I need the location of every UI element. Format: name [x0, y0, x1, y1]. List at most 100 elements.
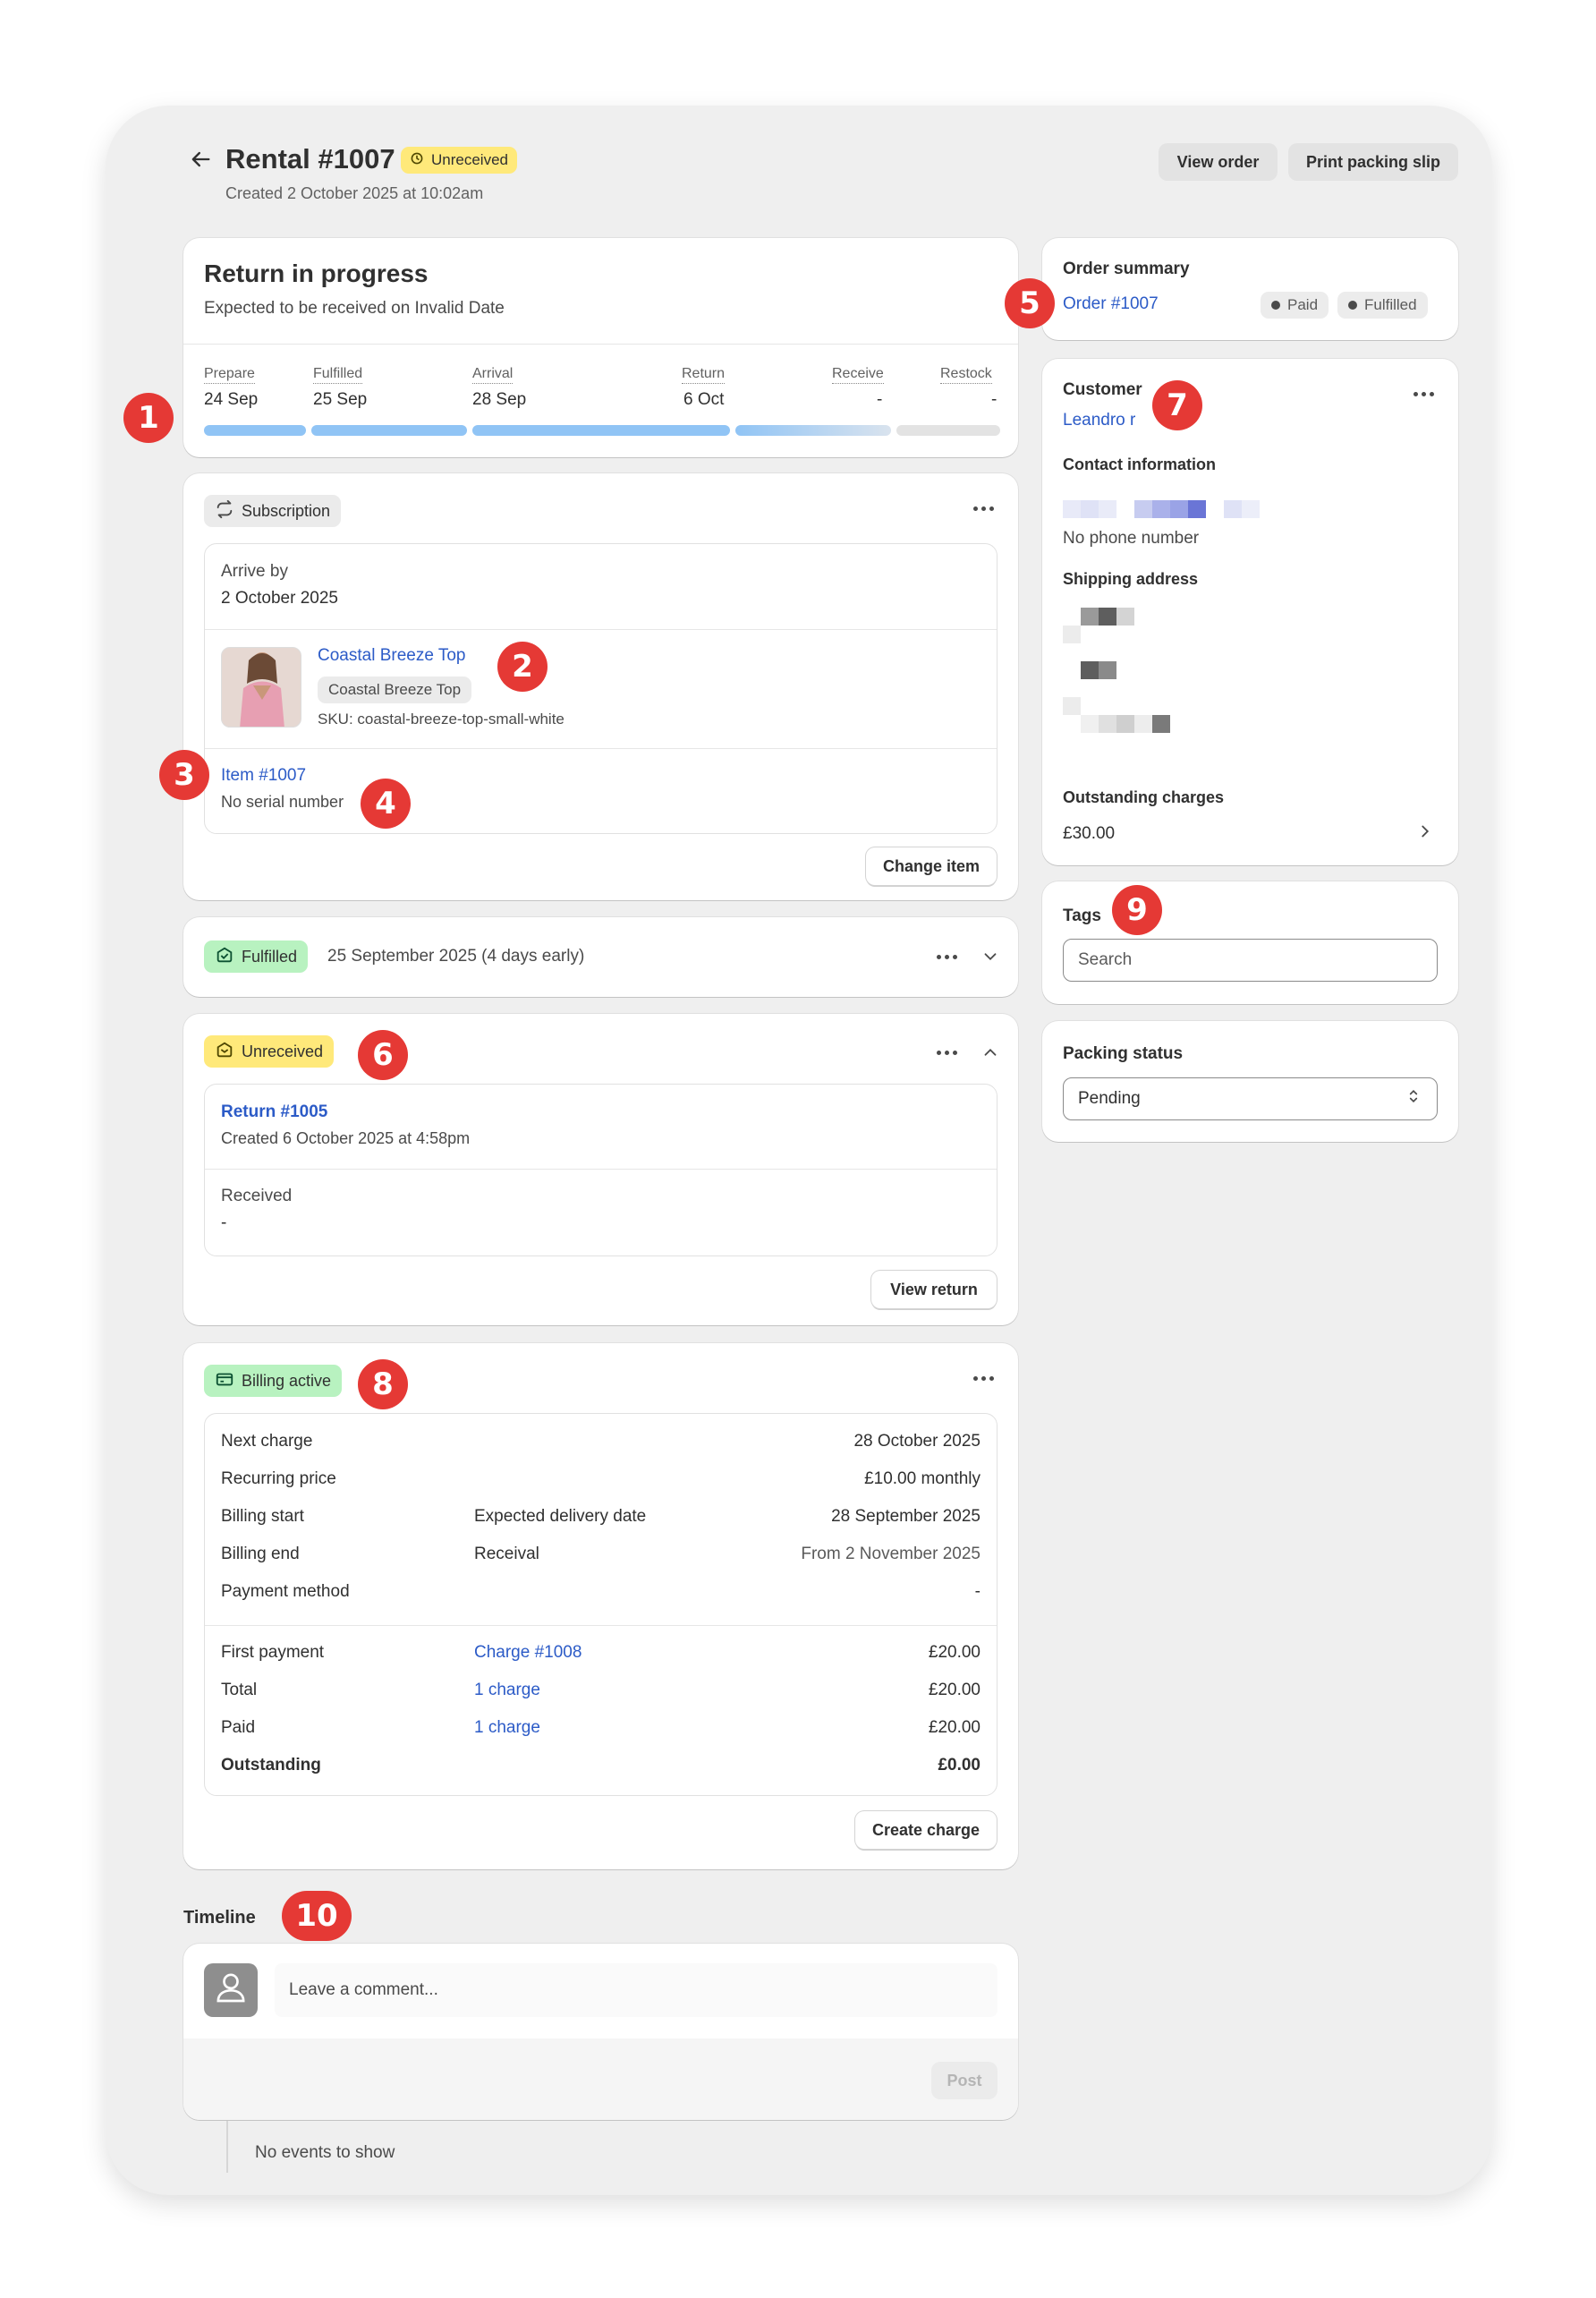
- created-date: Created 2 October 2025 at 10:02am: [225, 184, 484, 202]
- change-item-button[interactable]: Change item: [866, 847, 997, 885]
- package-icon: [215, 945, 234, 969]
- credit-card-icon: [215, 1369, 234, 1393]
- tags-card: Tags Search: [1042, 881, 1458, 1004]
- charge-link[interactable]: 1 charge: [474, 1718, 540, 1738]
- progress-segment-restock: [896, 425, 1000, 436]
- outstanding-charges-value: £30.00: [1063, 824, 1116, 843]
- annotation-marker-1: 1: [123, 393, 174, 443]
- divider: [205, 1169, 997, 1170]
- annotation-marker-9: 9: [1112, 885, 1162, 935]
- annotation-marker-6: 6: [358, 1030, 408, 1080]
- annotation-marker-3: 3: [159, 750, 209, 800]
- divider: [205, 629, 997, 630]
- timeline-line: [226, 2121, 228, 2173]
- billing-badge: Billing active: [204, 1365, 343, 1397]
- more-actions-icon[interactable]: [973, 1376, 994, 1381]
- card-subtitle: Expected to be received on Invalid Date: [204, 299, 505, 318]
- comment-footer: [183, 2038, 1018, 2120]
- progress-segment-fulfilled: [311, 425, 467, 436]
- billing-badge-label: Billing active: [242, 1371, 332, 1390]
- packing-status-select[interactable]: Pending: [1063, 1077, 1438, 1120]
- charge-row-label: Total: [221, 1681, 258, 1699]
- billing-row-middle: Receival: [474, 1545, 539, 1563]
- avatar: [204, 1963, 258, 2017]
- fulfilled-date: 25 September 2025 (4 days early): [327, 947, 585, 966]
- return-link[interactable]: Return #1005: [221, 1102, 327, 1122]
- order-link[interactable]: Order #1007: [1063, 294, 1159, 314]
- annotation-marker-4: 4: [361, 779, 411, 829]
- arrive-by-value: 2 October 2025: [221, 589, 338, 608]
- step-label-fulfilled: Fulfilled: [313, 365, 363, 384]
- chevron-down-icon[interactable]: [981, 947, 1000, 972]
- annotation-marker-7: 7: [1152, 380, 1202, 430]
- charge-row-value: £20.00: [928, 1643, 981, 1662]
- comment-input[interactable]: Leave a comment...: [275, 1963, 998, 2017]
- billing-row-label: Next charge: [221, 1432, 313, 1451]
- tags-search-input[interactable]: Search: [1063, 939, 1438, 982]
- received-value: -: [221, 1213, 227, 1232]
- unreceived-badge: Unreceived: [204, 1035, 335, 1068]
- more-actions-icon[interactable]: [937, 1051, 957, 1055]
- charge-link[interactable]: Charge #1008: [474, 1643, 582, 1663]
- create-charge-button[interactable]: Create charge: [855, 1811, 997, 1849]
- paid-badge-label: Paid: [1287, 296, 1319, 313]
- select-arrows-icon: [1405, 1087, 1422, 1111]
- billing-row-value: £10.00 monthly: [864, 1469, 981, 1488]
- fulfilled-status-badge: Fulfilled: [1337, 292, 1428, 319]
- progress-segment-return: [735, 425, 891, 436]
- annotation-marker-2: 2: [497, 642, 548, 692]
- user-icon: [213, 1970, 249, 2011]
- variant-pill: Coastal Breeze Top: [318, 677, 472, 703]
- unreceived-card: Unreceived Return #1005 Created 6 Octobe…: [183, 1014, 1018, 1325]
- order-summary-title: Order summary: [1063, 260, 1190, 278]
- shipping-address-title: Shipping address: [1063, 570, 1199, 588]
- subscription-card: Subscription Arrive by 2 October 2025 Co…: [183, 473, 1018, 900]
- billing-row-label: Payment method: [221, 1582, 350, 1601]
- billing-card: Billing active Next charge 28 October 20…: [183, 1343, 1018, 1869]
- charge-row-value: £20.00: [928, 1681, 981, 1699]
- package-icon: [215, 1040, 234, 1064]
- phone-number: No phone number: [1063, 529, 1200, 548]
- print-packing-slip-button[interactable]: Print packing slip: [1288, 143, 1458, 181]
- timeline-empty: No events to show: [255, 2143, 395, 2162]
- product-link[interactable]: Coastal Breeze Top: [318, 646, 465, 666]
- packing-status-value: Pending: [1078, 1089, 1141, 1108]
- order-summary-card: Order summary Order #1007 Paid Fulfilled: [1042, 238, 1458, 340]
- serial-number: No serial number: [221, 793, 344, 811]
- more-actions-icon[interactable]: [1413, 392, 1434, 396]
- view-order-button[interactable]: View order: [1159, 143, 1278, 181]
- customer-card: Customer Leandro r Contact information N…: [1042, 359, 1458, 865]
- status-badge: Unreceived: [401, 147, 517, 174]
- divider: [205, 1625, 997, 1626]
- chevron-up-icon[interactable]: [981, 1043, 1000, 1068]
- charge-row-value: £20.00: [928, 1718, 981, 1737]
- billing-details: Next charge 28 October 2025 Recurring pr…: [204, 1413, 998, 1796]
- more-actions-icon[interactable]: [973, 506, 994, 511]
- more-actions-icon[interactable]: [937, 955, 957, 959]
- product-sku: SKU: coastal-breeze-top-small-white: [318, 711, 565, 728]
- product-thumbnail[interactable]: [221, 647, 301, 728]
- step-label-receive: Receive: [832, 365, 884, 384]
- progress-segment-arrival: [472, 425, 730, 436]
- fulfilled-badge: Fulfilled: [204, 940, 309, 973]
- chevron-right-icon[interactable]: [1415, 821, 1435, 847]
- billing-row-value: From 2 November 2025: [801, 1545, 981, 1563]
- divider: [183, 344, 1018, 345]
- view-return-button[interactable]: View return: [871, 1271, 997, 1308]
- back-arrow-icon[interactable]: [188, 147, 213, 172]
- packing-status-card: Packing status Pending: [1042, 1021, 1458, 1142]
- customer-name-link[interactable]: Leandro r: [1063, 411, 1135, 430]
- annotation-marker-8: 8: [358, 1359, 408, 1409]
- step-value-arrival: 28 Sep: [472, 390, 527, 409]
- status-badge-label: Unreceived: [431, 151, 508, 168]
- post-button[interactable]: Post: [931, 2062, 998, 2099]
- charge-link[interactable]: 1 charge: [474, 1681, 540, 1700]
- annotation-marker-10: 10: [282, 1891, 352, 1941]
- annotation-marker-5: 5: [1005, 278, 1055, 328]
- card-title: Return in progress: [204, 260, 429, 287]
- fulfilled-badge-label: Fulfilled: [242, 947, 298, 966]
- redacted-email: [1063, 500, 1260, 523]
- repeat-icon: [215, 499, 234, 523]
- return-created: Created 6 October 2025 at 4:58pm: [221, 1129, 471, 1147]
- item-link[interactable]: Item #1007: [221, 766, 306, 786]
